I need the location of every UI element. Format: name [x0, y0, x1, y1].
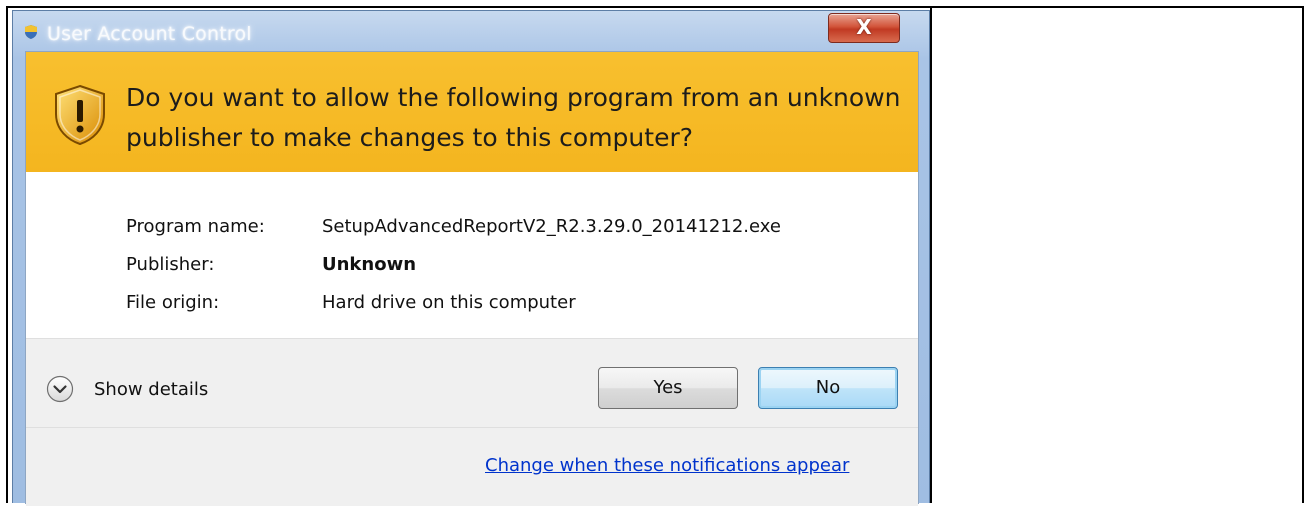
title-bar: User Account Control X — [13, 11, 929, 51]
uac-dialog: User Account Control X Do you want to al… — [12, 10, 930, 506]
close-button[interactable]: X — [828, 13, 900, 43]
dialog-client-area: Do you want to allow the following progr… — [25, 51, 919, 506]
show-details-toggle[interactable]: Show details — [46, 375, 246, 407]
dialog-footer: Show details Yes No Change when these no… — [26, 338, 918, 506]
footer-divider — [26, 427, 918, 428]
uac-question: Do you want to allow the following progr… — [126, 83, 901, 152]
window-title: User Account Control — [47, 23, 252, 45]
publisher-value: Unknown — [322, 254, 417, 275]
chevron-down-icon[interactable] — [46, 375, 74, 403]
no-button[interactable]: No — [758, 367, 898, 409]
close-icon: X — [856, 15, 872, 39]
yes-button[interactable]: Yes — [598, 367, 738, 409]
file-origin-label: File origin: — [126, 292, 220, 313]
uac-shield-icon — [25, 25, 37, 39]
file-origin-value: Hard drive on this computer — [322, 292, 576, 313]
change-notifications-link[interactable]: Change when these notifications appear — [485, 455, 849, 476]
publisher-label: Publisher: — [126, 254, 215, 275]
program-name-label: Program name: — [126, 216, 265, 237]
program-name-value: SetupAdvancedReportV2_R2.3.29.0_20141212… — [322, 216, 781, 237]
frame-divider — [930, 6, 932, 503]
show-details-label: Show details — [94, 379, 209, 400]
warning-banner: Do you want to allow the following progr… — [26, 52, 918, 172]
warning-shield-icon — [55, 84, 105, 146]
